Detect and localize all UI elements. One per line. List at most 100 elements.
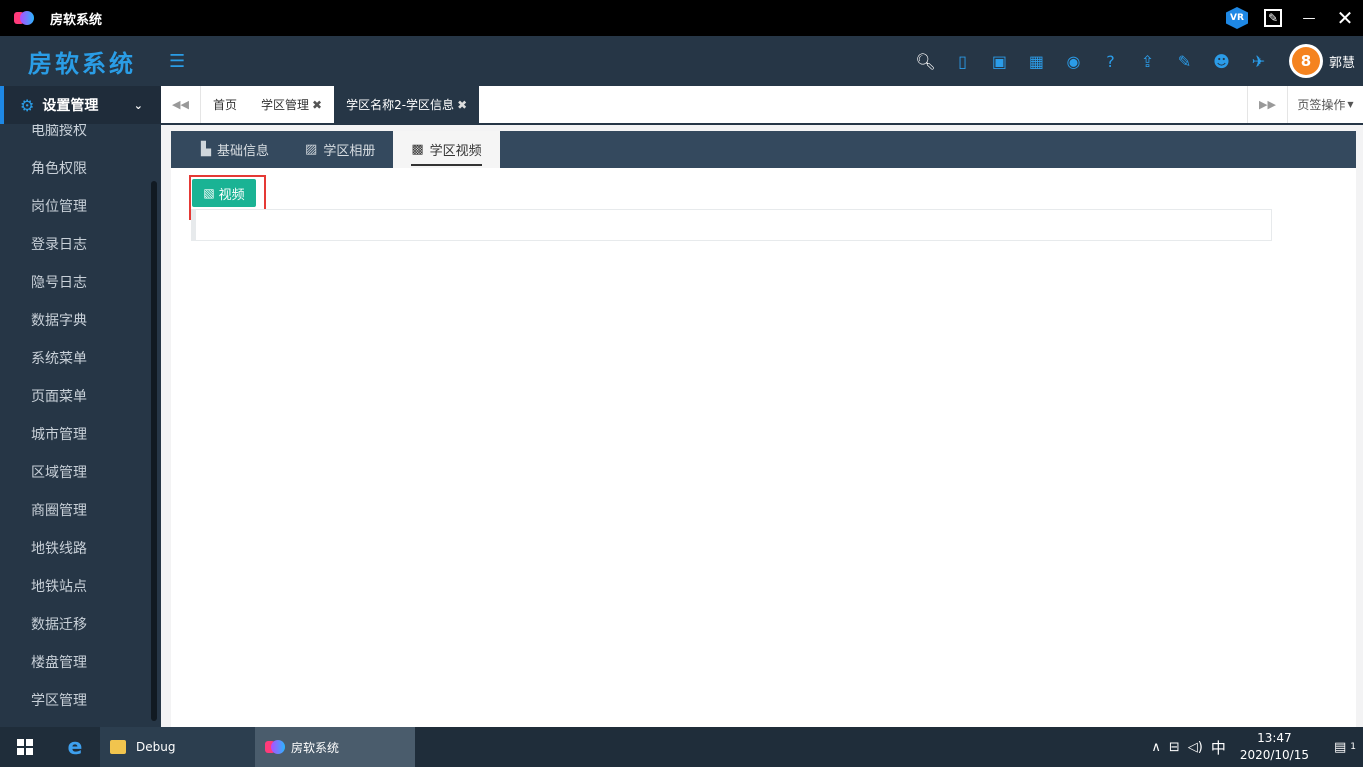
username[interactable]: 郭慧 [1329,52,1355,71]
page-tab-operations-dropdown[interactable]: 页签操作 ▼ [1287,86,1363,123]
sidebar-item[interactable]: 城市管理 [0,416,149,454]
double-chevron-right-icon: ▶▶ [1259,98,1276,111]
content-panel: ▙ 基础信息 ▨ 学区相册 ▩ 学区视频 ▧ 视频 [171,131,1356,727]
page-tab-school-info[interactable]: 学区名称2-学区信息 ✖ [334,86,480,123]
edit-icon[interactable]: ✎ [1166,36,1203,86]
sidebar-item[interactable]: 地铁线路 [0,530,149,568]
gear-icon: ⚙ [20,95,35,115]
sidebar-item[interactable]: 地铁站点 [0,568,149,606]
clock-time: 13:47 [1257,731,1292,745]
video-button-label: 视频 [218,187,245,203]
sidebar-item[interactable]: 登录日志 [0,226,149,264]
grid-icon[interactable]: ▦ [1018,36,1055,86]
clock-date: 2020/10/15 [1239,748,1309,762]
avatar[interactable]: 8 [1288,44,1323,78]
minimize-icon: — [1302,10,1316,26]
minimize-button[interactable]: — [1291,0,1327,36]
sidebar-item[interactable]: 系统菜单 [0,340,149,378]
page-tab-label: 学区管理 [261,98,310,112]
close-window-button[interactable]: ✕ [1327,0,1363,36]
edge-browser-button[interactable]: e [50,727,100,767]
sidebar-item[interactable]: 楼盘管理 [0,644,149,682]
tab-label: 学区视频 [429,144,482,159]
add-video-button[interactable]: ▧ 视频 [192,179,256,207]
page-tab-home[interactable]: 首页 [201,86,249,123]
close-tab-icon[interactable]: ✖ [457,98,467,112]
app-logo-icon [265,739,285,755]
edit-icon: ✎ [1264,9,1282,27]
search-icon[interactable]: 🔍︎ [907,36,944,86]
network-icon[interactable]: ⊟ [1169,740,1180,755]
sidebar-item[interactable]: 角色权限 [0,150,149,188]
window-title: 房软系统 [50,12,103,28]
start-button[interactable] [0,727,50,767]
notification-count: 1 [1350,742,1357,752]
folder-icon [110,740,126,754]
taskbar-app-label: 房软系统 [291,740,340,755]
sidebar-group-label: 设置管理 [42,98,99,114]
sidebar-item[interactable]: 页面菜单 [0,378,149,416]
mobile-icon[interactable]: ▯ [944,36,981,86]
main-content: ▙ 基础信息 ▨ 学区相册 ▩ 学区视频 ▧ 视频 [161,125,1363,727]
edge-icon: e [67,734,83,760]
avatar-badge: 8 [1291,47,1320,75]
upload-icon[interactable]: ⇪ [1129,36,1166,86]
picture-icon: ▨ [305,142,318,157]
page-tab-school-district[interactable]: 学区管理 ✖ [249,86,334,123]
tab-label: 基础信息 [217,144,270,159]
run-icon[interactable]: ✈ [1240,36,1277,86]
sidebar-item[interactable]: 区域管理 [0,454,149,492]
video-list-area [191,209,1272,241]
tab-basic-info[interactable]: ▙ 基础信息 [183,131,287,168]
sidebar-item[interactable]: 数据字典 [0,302,149,340]
notification-center-button[interactable]: ▤ 1 [1323,740,1363,755]
sidebar-item[interactable]: 商圈管理 [0,492,149,530]
map-pin-icon[interactable]: ◉ [1055,36,1092,86]
system-tray: ∧ ⊟ ◁) 中 13:47 2020/10/15 ▤ 1 [1147,727,1363,767]
double-chevron-left-icon: ◀◀ [172,98,189,111]
building-icon: ▙ [201,142,211,157]
sidebar-item[interactable]: 隐号日志 [0,264,149,302]
close-tab-icon[interactable]: ✖ [312,98,322,112]
chevron-down-icon: ⌄ [133,98,143,112]
sidebar-item[interactable]: 岗位管理 [0,188,149,226]
brand-title: 房软系统 [28,49,136,78]
clock[interactable]: 13:47 2020/10/15 [1240,730,1309,764]
page-tab-label: 首页 [213,98,238,112]
tab-album[interactable]: ▨ 学区相册 [287,131,393,168]
taskbar-running-app[interactable]: 房软系统 [255,727,415,767]
tabs-scroll-left-button[interactable]: ◀◀ [161,86,201,123]
edit-window-button[interactable]: ✎ [1255,0,1291,36]
page-tab-label: 学区名称2-学区信息 [346,98,455,112]
help-icon[interactable]: ? [1092,36,1129,86]
window-titlebar: 房软系统 VR ✎ — ✕ [0,0,1363,36]
contact-card-icon[interactable]: ▣ [981,36,1018,86]
tab-label: 学区相册 [323,144,376,159]
notification-icon: ▤ [1333,739,1347,755]
os-taskbar: e Debug 房软系统 ∧ ⊟ ◁) 中 13:47 2020/10/15 ▤… [0,727,1363,767]
inner-tabs: ▙ 基础信息 ▨ 学区相册 ▩ 学区视频 [171,131,1356,168]
sidebar-item[interactable]: 数据迁移 [0,606,149,644]
video-icon: ▩ [411,142,424,157]
taskbar-folder-label: Debug [136,740,176,754]
windows-logo-icon [17,739,33,755]
tab-video[interactable]: ▩ 学区视频 [393,131,500,168]
page-ops-label: 页签操作 [1297,98,1346,112]
sidebar: 电脑授权 角色权限 岗位管理 登录日志 隐号日志 数据字典 系统菜单 页面菜单 … [0,86,161,727]
vr-icon: VR [1226,7,1248,29]
vr-button[interactable]: VR [1219,0,1255,36]
tabs-scroll-right-button[interactable]: ▶▶ [1247,86,1287,123]
taskbar-folder-debug[interactable]: Debug [100,727,255,767]
chevron-up-icon[interactable]: ∧ [1151,740,1161,755]
user-icon[interactable]: ☻ [1203,36,1240,86]
close-icon: ✕ [1336,6,1354,30]
sidebar-item[interactable]: 学区管理 [0,682,149,720]
sidebar-scrollbar[interactable] [151,181,157,721]
caret-down-icon: ▼ [1347,100,1354,109]
image-icon: ▧ [203,186,215,200]
menu-toggle-icon[interactable]: ☰ [169,51,185,72]
volume-icon[interactable]: ◁) [1188,740,1203,755]
sidebar-group-settings[interactable]: ⚙ 设置管理 ⌄ [0,86,161,124]
app-header: 房软系统 ☰ 🔍︎ ▯ ▣ ▦ ◉ ? ⇪ ✎ ☻ ✈ 8 郭慧 [0,36,1363,86]
ime-indicator[interactable]: 中 [1211,737,1226,758]
